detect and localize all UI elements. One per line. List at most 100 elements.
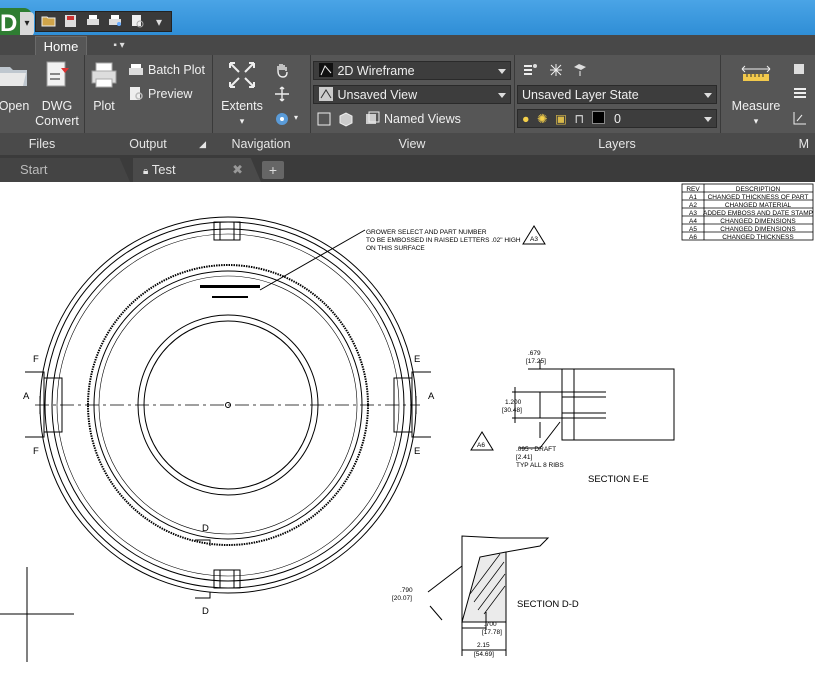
batch-plot-icon: [129, 64, 143, 75]
measure-button[interactable]: Measure ▾: [726, 59, 786, 129]
named-views-icon: [366, 111, 380, 124]
dwg-convert-button[interactable]: DWG Convert: [34, 59, 80, 129]
section-e-top: E: [414, 354, 420, 365]
section-dd-title: SECTION D-D: [517, 599, 579, 610]
steering-wheel-icon: [276, 113, 288, 125]
current-layer-value: 0: [614, 112, 621, 126]
steering-dropdown-icon[interactable]: ▾: [294, 109, 298, 127]
ee-dim1-mm: [17.25]: [526, 358, 546, 365]
pan-button[interactable]: [274, 61, 290, 79]
extents-label: Extents: [221, 99, 263, 113]
dd-dim1: .790: [400, 587, 413, 594]
view-panel-title: View: [310, 133, 514, 155]
extents-dropdown-icon[interactable]: ▾: [220, 114, 264, 129]
description-cell: CHANGED DIMENSIONS: [720, 218, 796, 225]
navigation-panel: Extents ▾ ▾ Navigation: [212, 55, 311, 155]
folder-open-icon: [0, 67, 27, 86]
plot-button[interactable]: Plot: [86, 59, 122, 114]
close-tab-icon[interactable]: ✖: [232, 158, 243, 182]
snowflake-icon: [550, 64, 562, 76]
tab-test-label: Test: [151, 162, 176, 177]
customize-dropdown-icon[interactable]: ▾: [149, 14, 169, 30]
layer-state-value: Unsaved Layer State: [522, 88, 639, 102]
utilities-panel: Measure ▾ M: [720, 55, 815, 155]
tab-home[interactable]: Home: [35, 36, 87, 56]
orbit-icon: [275, 86, 289, 102]
layers-panel: Unsaved Layer State ● ✺ ▣ ⊓ 0 Layers: [514, 55, 721, 155]
orbit-button[interactable]: [274, 85, 290, 103]
ee-draft-dim: .095 - DRAFT: [516, 446, 556, 453]
list-button[interactable]: [792, 85, 808, 103]
plot-preview-icon[interactable]: [105, 14, 125, 30]
layer-state-dropdown[interactable]: Unsaved Layer State: [517, 85, 717, 104]
layer-properties-icon: [524, 64, 537, 75]
sun-icon: ✺: [537, 112, 548, 126]
id-point-button[interactable]: [792, 109, 808, 127]
layer-isolate-icon: [574, 64, 586, 76]
rev-cell: A3: [689, 210, 697, 217]
quick-select-icon: [794, 64, 804, 74]
ribbon-display-options[interactable]: ▪ ▾: [103, 36, 135, 55]
publish-icon[interactable]: [127, 14, 147, 30]
description-header: DESCRIPTION: [736, 186, 781, 193]
visual-style-chevron-icon: [498, 69, 506, 74]
wireframe-icon: [319, 63, 333, 77]
named-view-dropdown[interactable]: Unsaved View: [313, 85, 511, 104]
navigation-panel-title: Navigation: [212, 133, 310, 155]
layer-chevron-icon: [704, 117, 712, 122]
section-a-right: A: [428, 391, 435, 402]
saved-view-chevron-icon: [498, 93, 506, 98]
measure-dropdown-icon[interactable]: ▾: [726, 114, 786, 129]
open-button[interactable]: Open: [0, 59, 34, 114]
tab-start[interactable]: Start: [0, 158, 130, 182]
dd-dim2-mm: [17.78]: [482, 629, 502, 636]
padlock-icon: ⊓: [574, 112, 585, 126]
app-menu-dropdown-icon[interactable]: ▾: [20, 12, 34, 36]
convert-label: Convert: [35, 114, 79, 128]
extents-button[interactable]: Extents ▾: [220, 59, 264, 129]
viewport-icon: [317, 112, 331, 126]
preview-button[interactable]: Preview: [128, 85, 192, 103]
layer-color-swatch: [591, 111, 605, 124]
view-icon: [319, 87, 333, 101]
note-line-2: TO BE EMBOSSED IN RAISED LETTERS .02" HI…: [366, 237, 521, 244]
ribbon-tab-bar: Home ▪ ▾: [0, 35, 815, 56]
visual-style-value: 2D Wireframe: [337, 64, 415, 78]
new-tab-button[interactable]: +: [262, 161, 284, 179]
app-logo: D: [0, 10, 18, 37]
tab-test[interactable]: 🔒︎ Test ✖: [133, 158, 261, 182]
open-icon[interactable]: [39, 14, 59, 30]
drawing-canvas[interactable]: REV DESCRIPTION A1 CHANGED THICKNESS OF …: [0, 182, 815, 692]
named-views-button[interactable]: Named Views: [364, 110, 461, 128]
layers-panel-title: Layers: [514, 133, 720, 155]
view-cube-button[interactable]: [338, 110, 354, 128]
output-panel-title[interactable]: Output ◢: [84, 133, 212, 155]
batch-plot-label: Batch Plot: [148, 63, 205, 77]
section-f-bottom: F: [33, 446, 39, 457]
layer-dropdown[interactable]: ● ✺ ▣ ⊓ 0: [517, 109, 717, 128]
zoom-extents-icon: [229, 62, 255, 88]
viewport-config-button[interactable]: [316, 110, 332, 128]
layer-freeze-button[interactable]: [548, 61, 564, 79]
quick-select-button[interactable]: [792, 61, 808, 79]
lightbulb-icon: ●: [522, 112, 530, 126]
description-cell: CHANGED DIMENSIONS: [720, 226, 796, 233]
files-panel-title: Files: [0, 133, 84, 155]
hand-pan-icon: [277, 64, 288, 78]
batch-plot-button[interactable]: Batch Plot: [128, 61, 205, 79]
panel-launcher-icon[interactable]: ◢: [199, 133, 206, 155]
layer-properties-button[interactable]: [522, 61, 538, 79]
save-icon[interactable]: [61, 14, 81, 30]
print-icon[interactable]: [83, 14, 103, 30]
plotter-icon: [91, 62, 117, 88]
named-views-label: Named Views: [384, 112, 461, 126]
utilities-panel-title: M: [720, 133, 815, 155]
visual-style-dropdown[interactable]: 2D Wireframe: [313, 61, 511, 80]
rev-cell: A5: [689, 226, 697, 233]
steering-wheel-button[interactable]: ▾: [274, 109, 298, 127]
layer-isolate-button[interactable]: [572, 61, 588, 79]
note-rev-tag: A3: [530, 236, 538, 243]
output-panel: Plot Batch Plot Preview Output ◢: [84, 55, 213, 155]
layer-state-chevron-icon: [704, 93, 712, 98]
open-label: Open: [0, 99, 30, 113]
